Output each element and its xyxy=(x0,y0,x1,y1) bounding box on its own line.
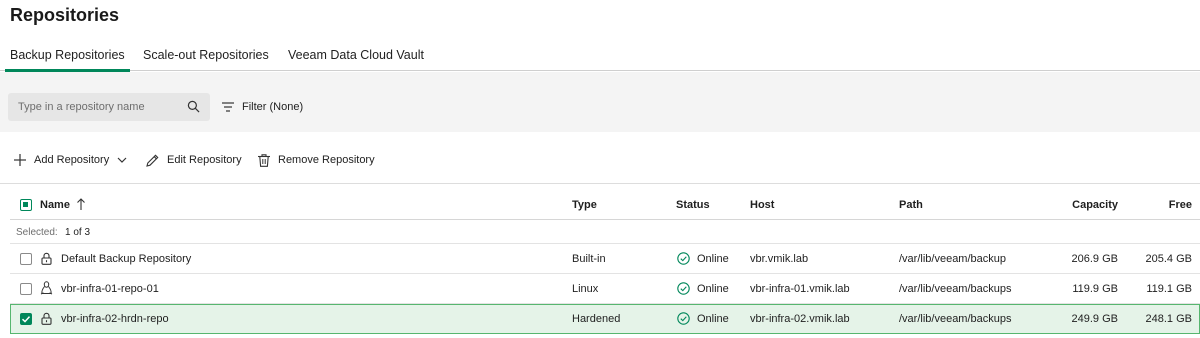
repository-free: 205.4 GB xyxy=(1145,253,1192,265)
remove-repository-button[interactable]: Remove Repository xyxy=(258,152,375,168)
filter-label: Filter (None) xyxy=(242,101,304,113)
add-repository-button[interactable]: Add Repository xyxy=(14,152,127,168)
sort-ascending-icon[interactable] xyxy=(77,198,85,210)
search-input[interactable] xyxy=(8,93,210,121)
row-checkbox[interactable] xyxy=(20,283,32,295)
online-status-icon xyxy=(677,312,690,325)
search-icon[interactable] xyxy=(187,100,200,113)
repository-host: vbr-infra-02.vmik.lab xyxy=(750,313,850,325)
selected-label: Selected: xyxy=(16,227,58,238)
tab-scale-out-repositories[interactable]: Scale-out Repositories xyxy=(143,48,269,62)
chevron-down-icon[interactable] xyxy=(117,157,127,163)
repository-host: vbr-infra-01.vmik.lab xyxy=(750,283,850,295)
selection-summary: Selected: 1 of 3 xyxy=(10,220,1200,244)
edit-repository-label: Edit Repository xyxy=(167,154,242,166)
column-header-free[interactable]: Free xyxy=(1169,199,1192,211)
add-repository-label: Add Repository xyxy=(34,154,110,166)
selected-count: 1 of 3 xyxy=(65,227,91,238)
repository-status: Online xyxy=(697,313,729,325)
lock-icon xyxy=(41,252,52,265)
repository-type: Linux xyxy=(572,283,599,295)
repository-capacity: 119.9 GB xyxy=(1072,283,1118,295)
repository-name: Default Backup Repository xyxy=(61,253,192,265)
column-header-host[interactable]: Host xyxy=(750,199,774,211)
column-header-path[interactable]: Path xyxy=(899,199,923,211)
repository-capacity: 206.9 GB xyxy=(1071,253,1118,265)
table-row[interactable]: Default Backup Repository Built-in Onlin… xyxy=(10,244,1200,274)
online-status-icon xyxy=(677,282,690,295)
trash-icon xyxy=(258,153,270,167)
column-header-type[interactable]: Type xyxy=(572,199,597,211)
linux-icon xyxy=(40,281,53,295)
repository-path: /var/lib/veeam/backup xyxy=(899,253,1006,265)
repository-host: vbr.vmik.lab xyxy=(750,253,809,265)
checkmark-icon xyxy=(21,316,31,323)
filter-icon xyxy=(222,102,234,112)
repository-type: Built-in xyxy=(572,253,606,265)
toolbar: Add Repository Edit Repository Remove Re… xyxy=(0,134,1200,184)
repositories-table: Name Type Status Host Path Capacity Free… xyxy=(10,184,1200,334)
tab-veeam-data-cloud-vault[interactable]: Veeam Data Cloud Vault xyxy=(288,48,424,62)
select-all-checkbox[interactable] xyxy=(20,199,32,211)
search-box xyxy=(8,93,210,121)
column-header-status[interactable]: Status xyxy=(676,199,710,211)
tab-bar: Backup Repositories Scale-out Repositori… xyxy=(0,40,1200,72)
repository-path: /var/lib/veeam/backups xyxy=(899,283,1012,295)
table-row-selected[interactable]: vbr-infra-02-hrdn-repo Hardened Online v… xyxy=(10,304,1200,334)
page-title: Repositories xyxy=(10,5,120,25)
filter-button[interactable]: Filter (None) xyxy=(222,100,303,114)
repository-name: vbr-infra-01-repo-01 xyxy=(61,283,159,295)
row-checkbox[interactable] xyxy=(20,253,32,265)
repository-status: Online xyxy=(697,283,729,295)
repository-free: 248.1 GB xyxy=(1145,313,1192,325)
column-header-name[interactable]: Name xyxy=(40,199,70,211)
repository-path: /var/lib/veeam/backups xyxy=(899,313,1012,325)
repository-free: 119.1 GB xyxy=(1146,283,1192,295)
lock-icon xyxy=(41,312,52,325)
table-header: Name Type Status Host Path Capacity Free xyxy=(10,184,1200,220)
plus-icon xyxy=(14,154,26,166)
column-header-capacity[interactable]: Capacity xyxy=(1072,199,1118,211)
repository-status: Online xyxy=(697,253,729,265)
tab-backup-repositories[interactable]: Backup Repositories xyxy=(5,48,130,72)
row-checkbox[interactable] xyxy=(20,313,32,325)
edit-repository-button[interactable]: Edit Repository xyxy=(146,152,242,168)
repository-type: Hardened xyxy=(572,313,621,325)
online-status-icon xyxy=(677,252,690,265)
repository-name: vbr-infra-02-hrdn-repo xyxy=(61,313,169,325)
repository-capacity: 249.9 GB xyxy=(1071,313,1118,325)
filter-bar: Filter (None) xyxy=(0,72,1200,132)
pencil-icon xyxy=(146,154,159,167)
remove-repository-label: Remove Repository xyxy=(278,154,375,166)
table-row[interactable]: vbr-infra-01-repo-01 Linux Online vbr-in… xyxy=(10,274,1200,304)
